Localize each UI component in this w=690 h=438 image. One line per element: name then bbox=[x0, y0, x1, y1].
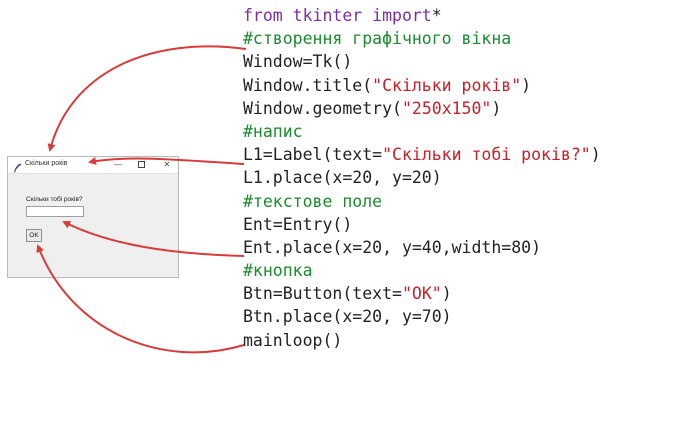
code-line: L1=Label(text="Скільки тобі років?") bbox=[243, 143, 601, 166]
tk-feather-icon bbox=[13, 160, 22, 173]
arrow-to-window bbox=[47, 45, 247, 152]
code-token: #кнопка bbox=[243, 261, 313, 281]
code-line: Window=Tk() bbox=[243, 50, 601, 73]
maximize-icon bbox=[137, 161, 145, 168]
code-token: "Скільки тобі років?" bbox=[382, 145, 591, 165]
code-token: ) bbox=[590, 145, 601, 165]
code-token: Window.title( bbox=[243, 75, 373, 95]
code-token: #текстове поле bbox=[243, 191, 383, 211]
age-entry[interactable] bbox=[26, 206, 84, 217]
code-token: ) bbox=[441, 284, 452, 304]
code-token: ) bbox=[521, 75, 532, 95]
code-line: Btn.place(x=20, y=70) bbox=[243, 305, 601, 328]
code-token: mainloop() bbox=[243, 330, 343, 350]
code-listing: from tkinter import* #створення графічног… bbox=[243, 4, 601, 352]
code-line: #текстове поле bbox=[243, 190, 601, 213]
code-line: Ent=Entry() bbox=[243, 213, 601, 236]
code-token: Ent.place(x=20, y=40,width=80) bbox=[243, 237, 542, 257]
code-token: Ent=Entry() bbox=[243, 214, 353, 234]
close-button[interactable]: ✕ bbox=[160, 159, 174, 170]
code-token: * bbox=[431, 6, 442, 25]
code-line: mainloop() bbox=[243, 329, 601, 352]
code-token: "Скільки років" bbox=[372, 75, 522, 95]
window-titlebar: Скільки років — ✕ bbox=[8, 157, 178, 174]
code-token: L1.place(x=20, y=20) bbox=[243, 168, 442, 188]
window-title: Скільки років bbox=[25, 160, 68, 167]
code-line: L1.place(x=20, y=20) bbox=[243, 166, 601, 189]
figure: from tkinter import* #створення графічног… bbox=[0, 0, 690, 438]
minimize-button[interactable]: — bbox=[111, 159, 125, 170]
maximize-button[interactable] bbox=[134, 159, 148, 170]
code-line: #напис bbox=[243, 120, 601, 143]
code-line: Window.title("Скільки років") bbox=[243, 74, 601, 97]
code-token: Btn=Button(text= bbox=[243, 284, 402, 304]
code-token: #напис bbox=[243, 121, 303, 141]
code-line: Window.geometry("250x150") bbox=[243, 97, 601, 120]
code-token: "250x150" bbox=[401, 98, 492, 118]
tk-window-preview: Скільки років — ✕ Скільки тобі років? OK bbox=[7, 156, 179, 278]
code-line: #кнопка bbox=[243, 259, 601, 282]
code-token: L1=Label(text= bbox=[243, 145, 383, 165]
code-line: #створення графічного вікна bbox=[243, 27, 601, 50]
code-line: from tkinter import* bbox=[243, 4, 601, 27]
code-token: "OK" bbox=[401, 284, 442, 304]
code-token: Window=Tk() bbox=[243, 52, 353, 72]
code-line: Ent.place(x=20, y=40,width=80) bbox=[243, 236, 601, 259]
code-token: from tkinter import bbox=[243, 6, 432, 25]
code-token: ) bbox=[491, 98, 502, 118]
code-token: Window.geometry( bbox=[243, 98, 402, 118]
age-label: Скільки тобі років? bbox=[26, 196, 83, 203]
ok-button[interactable]: OK bbox=[26, 229, 42, 242]
code-line: Btn=Button(text="OK") bbox=[243, 282, 601, 305]
code-token: Btn.place(x=20, y=70) bbox=[243, 307, 452, 327]
code-token: #створення графічного вікна bbox=[243, 29, 512, 49]
